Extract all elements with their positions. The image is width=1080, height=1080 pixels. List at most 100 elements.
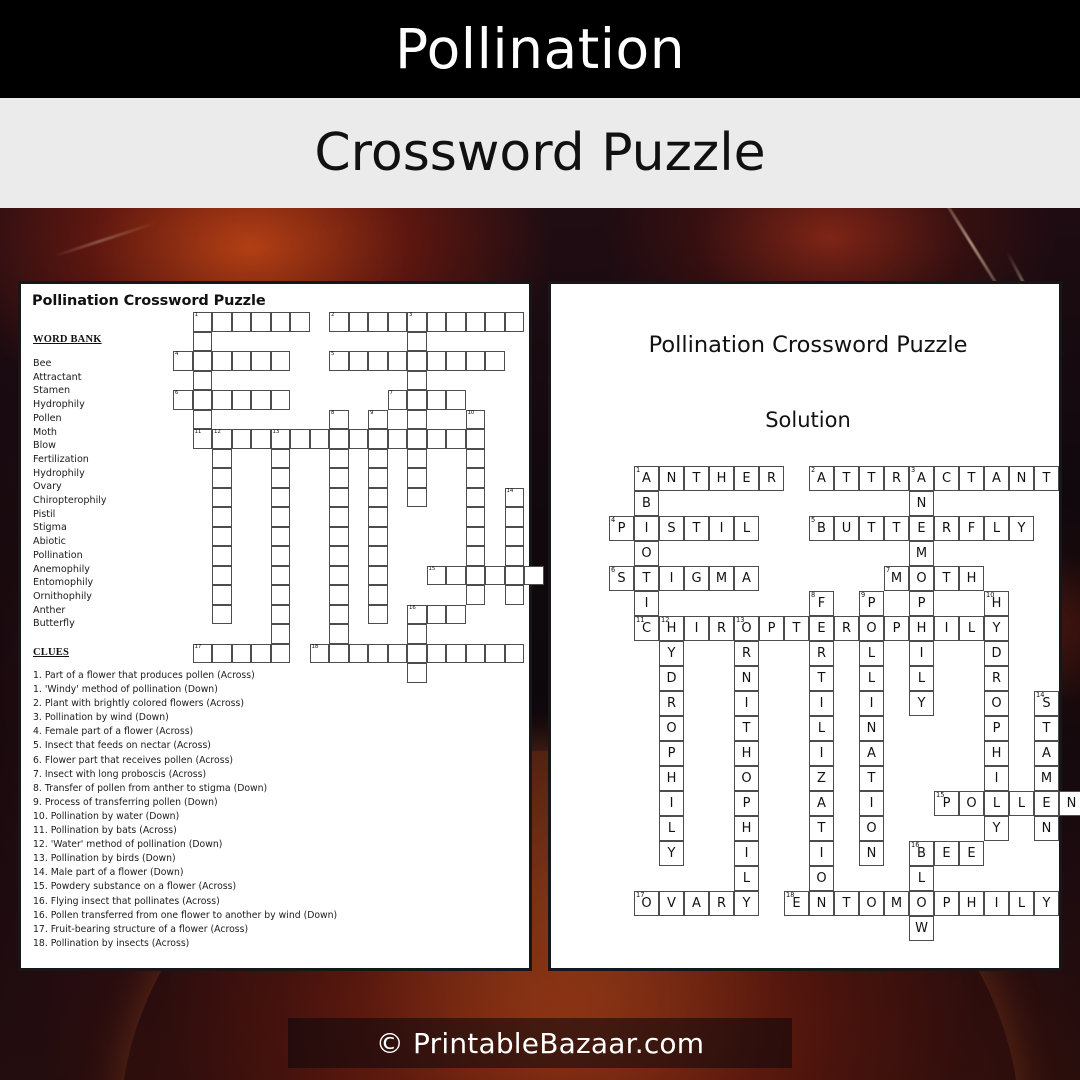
puzzle-cell[interactable] (504, 507, 524, 527)
puzzle-cell[interactable]: 13 (270, 429, 290, 449)
puzzle-cell[interactable] (426, 643, 446, 663)
puzzle-cell[interactable] (212, 468, 232, 488)
puzzle-cell[interactable] (329, 546, 349, 566)
puzzle-cell[interactable] (446, 390, 466, 410)
puzzle-cell[interactable] (270, 448, 290, 468)
puzzle-cell[interactable] (329, 507, 349, 527)
puzzle-cell[interactable] (270, 643, 290, 663)
puzzle-cell[interactable] (465, 546, 485, 566)
puzzle-cell[interactable] (329, 526, 349, 546)
puzzle-cell[interactable] (485, 565, 505, 585)
puzzle-cell[interactable] (387, 351, 407, 371)
puzzle-cell[interactable] (348, 351, 368, 371)
puzzle-cell[interactable]: 16 (407, 604, 427, 624)
puzzle-cell[interactable] (504, 546, 524, 566)
puzzle-cell[interactable] (270, 546, 290, 566)
puzzle-cell[interactable] (485, 312, 505, 332)
puzzle-cell[interactable] (368, 604, 388, 624)
puzzle-cell[interactable] (329, 448, 349, 468)
puzzle-cell[interactable]: 7 (387, 390, 407, 410)
puzzle-cell[interactable] (270, 624, 290, 644)
puzzle-cell[interactable] (368, 565, 388, 585)
puzzle-cell[interactable] (524, 565, 544, 585)
puzzle-cell[interactable]: 3 (407, 312, 427, 332)
puzzle-cell[interactable] (368, 429, 388, 449)
puzzle-cell[interactable] (329, 565, 349, 585)
puzzle-cell[interactable] (348, 429, 368, 449)
puzzle-cell[interactable]: 14 (504, 487, 524, 507)
puzzle-cell[interactable] (446, 643, 466, 663)
puzzle-cell[interactable] (270, 585, 290, 605)
puzzle-cell[interactable] (231, 429, 251, 449)
puzzle-cell[interactable] (407, 331, 427, 351)
puzzle-cell[interactable]: 4 (173, 351, 193, 371)
puzzle-cell[interactable] (446, 565, 466, 585)
puzzle-cell[interactable] (387, 643, 407, 663)
puzzle-cell[interactable] (270, 487, 290, 507)
puzzle-cell[interactable] (251, 351, 271, 371)
puzzle-cell[interactable] (465, 448, 485, 468)
puzzle-cell[interactable] (329, 585, 349, 605)
puzzle-cell[interactable] (192, 331, 212, 351)
puzzle-cell[interactable] (212, 546, 232, 566)
puzzle-cell[interactable]: 18 (309, 643, 329, 663)
puzzle-cell[interactable] (465, 526, 485, 546)
puzzle-cell[interactable] (407, 429, 427, 449)
puzzle-cell[interactable] (329, 468, 349, 488)
puzzle-cell[interactable] (504, 585, 524, 605)
puzzle-cell[interactable] (407, 468, 427, 488)
puzzle-cell[interactable]: 1 (192, 312, 212, 332)
puzzle-cell[interactable] (368, 643, 388, 663)
puzzle-cell[interactable] (504, 312, 524, 332)
puzzle-cell[interactable]: 8 (329, 409, 349, 429)
puzzle-cell[interactable] (368, 585, 388, 605)
puzzle-cell[interactable] (426, 390, 446, 410)
puzzle-cell[interactable] (212, 643, 232, 663)
puzzle-cell[interactable] (368, 312, 388, 332)
puzzle-cell[interactable] (192, 409, 212, 429)
puzzle-cell[interactable] (368, 448, 388, 468)
puzzle-cell[interactable]: 9 (368, 409, 388, 429)
puzzle-cell[interactable] (212, 390, 232, 410)
puzzle-cell[interactable] (387, 429, 407, 449)
puzzle-cell[interactable] (270, 604, 290, 624)
puzzle-cell[interactable] (407, 448, 427, 468)
puzzle-cell[interactable] (192, 351, 212, 371)
puzzle-cell[interactable] (426, 429, 446, 449)
puzzle-cell[interactable] (504, 643, 524, 663)
puzzle-cell[interactable] (212, 565, 232, 585)
puzzle-cell[interactable] (407, 663, 427, 683)
puzzle-cell[interactable] (329, 643, 349, 663)
puzzle-cell[interactable] (348, 312, 368, 332)
puzzle-cell[interactable] (231, 351, 251, 371)
puzzle-cell[interactable]: 12 (212, 429, 232, 449)
puzzle-cell[interactable] (251, 312, 271, 332)
puzzle-cell[interactable] (212, 526, 232, 546)
puzzle-cell[interactable] (270, 312, 290, 332)
puzzle-cell[interactable] (368, 351, 388, 371)
puzzle-cell[interactable]: 11 (192, 429, 212, 449)
puzzle-cell[interactable] (231, 312, 251, 332)
puzzle-cell[interactable] (465, 643, 485, 663)
puzzle-cell[interactable] (407, 409, 427, 429)
puzzle-cell[interactable] (368, 468, 388, 488)
puzzle-cell[interactable] (465, 585, 485, 605)
puzzle-cell[interactable]: 2 (329, 312, 349, 332)
puzzle-cell[interactable] (465, 429, 485, 449)
puzzle-cell[interactable] (270, 565, 290, 585)
puzzle-cell[interactable] (329, 487, 349, 507)
puzzle-cell[interactable] (251, 390, 271, 410)
puzzle-cell[interactable] (348, 643, 368, 663)
puzzle-cell[interactable] (212, 585, 232, 605)
puzzle-cell[interactable] (485, 351, 505, 371)
puzzle-cell[interactable] (329, 429, 349, 449)
puzzle-cell[interactable] (387, 312, 407, 332)
puzzle-cell[interactable] (212, 351, 232, 371)
puzzle-cell[interactable] (504, 565, 524, 585)
puzzle-cell[interactable] (504, 526, 524, 546)
puzzle-cell[interactable] (192, 390, 212, 410)
puzzle-cell[interactable] (212, 448, 232, 468)
puzzle-cell[interactable] (465, 565, 485, 585)
puzzle-cell[interactable] (407, 643, 427, 663)
puzzle-cell[interactable] (426, 351, 446, 371)
